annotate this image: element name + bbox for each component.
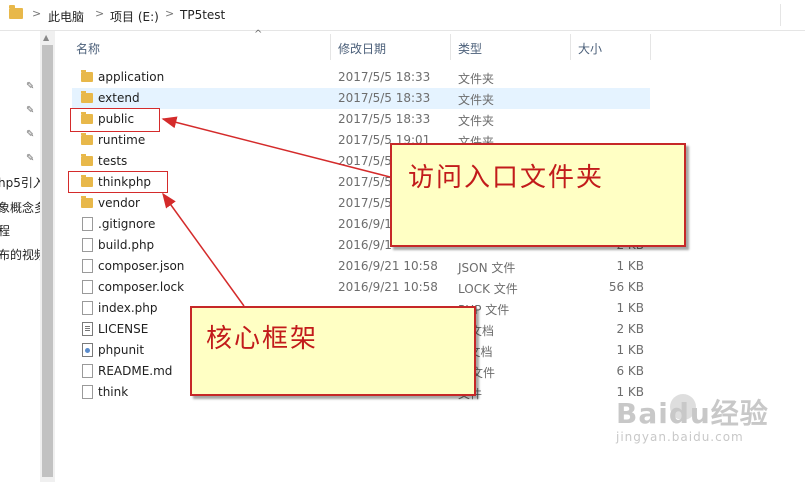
arrow-to-public: [161, 116, 391, 178]
callout-entry-folder: 访问入口文件夹: [390, 143, 686, 247]
baidu-watermark: Baidu经验 jingyan.baidu.com: [616, 392, 769, 444]
callout-entry-text: 访问入口文件夹: [408, 163, 605, 193]
callout-core-text: 核心框架: [206, 324, 319, 354]
watermark-sub: jingyan.baidu.com: [616, 430, 744, 444]
callout-core-framework: 核心框架: [190, 306, 476, 396]
baidu-paw-icon: [670, 394, 696, 420]
arrow-to-thinkphp: [162, 192, 245, 307]
